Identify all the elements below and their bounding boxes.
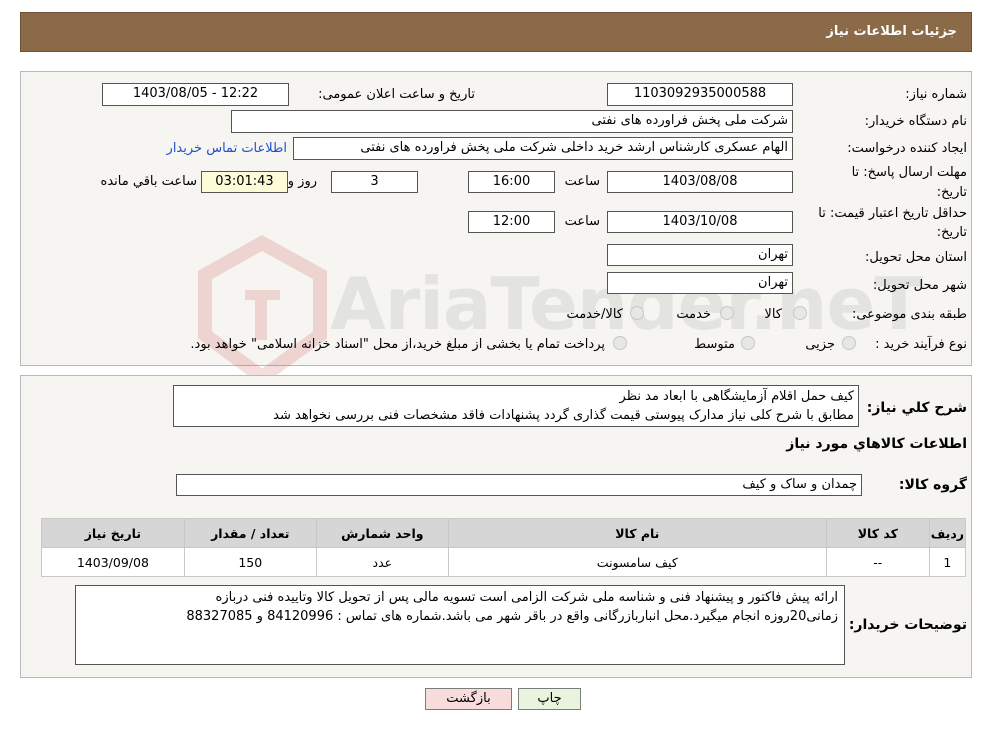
cell-row: 1 — [928, 547, 967, 577]
city-label: شهر محل تحویل: — [872, 278, 967, 293]
process-option-small: جزیی — [805, 337, 835, 352]
process-radio-treasury[interactable] — [613, 336, 627, 350]
deadline-date-field: 1403/08/08 — [607, 171, 793, 193]
deadline-label-2: تاریخ: — [936, 185, 967, 200]
buyer-notes-label: توضیحات خریدار: — [848, 617, 967, 633]
col-code: کد کالا — [825, 518, 930, 548]
announce-field: 1403/08/05 - 12:22 — [102, 83, 289, 106]
creator-field: الهام عسکری کارشناس ارشد خرید داخلی شرکت… — [293, 137, 793, 160]
remaining-time-field: 03:01:43 — [201, 171, 288, 193]
description-line-1: کیف حمل اقلام آزمایشگاهی با ابعاد مد نظر — [619, 389, 854, 404]
col-unit: واحد شمارش — [315, 518, 449, 548]
need-number-field: 1103092935000588 — [607, 83, 793, 106]
print-button[interactable]: چاپ — [518, 688, 581, 710]
page-header: جزئیات اطلاعات نیاز — [20, 12, 972, 52]
deadline-time-field: 16:00 — [468, 171, 555, 193]
cell-date: 1403/09/08 — [41, 547, 185, 577]
province-field: تهران — [607, 244, 793, 266]
days-label: روز و — [287, 174, 317, 189]
process-radio-medium[interactable] — [741, 336, 755, 350]
goods-group-label: گروه کالا: — [898, 477, 967, 493]
goods-table-header: رديف کد کالا نام کالا واحد شمارش تعداد /… — [41, 518, 967, 548]
category-option-both: کالا/خدمت — [566, 307, 623, 322]
col-quantity: تعداد / مقدار — [183, 518, 317, 548]
creator-label: ایجاد کننده درخواست: — [847, 141, 967, 156]
description-textarea[interactable]: کیف حمل اقلام آزمایشگاهی با ابعاد مد نظر… — [173, 385, 859, 427]
goods-table: رديف کد کالا نام کالا واحد شمارش تعداد /… — [41, 518, 967, 577]
cell-quantity: 150 — [183, 547, 317, 577]
days-field: 3 — [331, 171, 418, 193]
price-date-field: 1403/10/08 — [607, 211, 793, 233]
price-time-field: 12:00 — [468, 211, 555, 233]
buyer-org-field: شرکت ملی پخش فراورده های نفتی — [231, 110, 793, 133]
category-radio-goods[interactable] — [793, 306, 807, 320]
back-button[interactable]: بازگشت — [425, 688, 512, 710]
cell-unit: عدد — [315, 547, 449, 577]
city-field: تهران — [607, 272, 793, 294]
col-date: تاریخ نیاز — [41, 518, 185, 548]
remaining-label: ساعت باقي مانده — [100, 174, 197, 189]
cell-code: -- — [825, 547, 930, 577]
process-option-medium: متوسط — [694, 337, 735, 352]
buyer-org-label: نام دستگاه خریدار: — [864, 114, 967, 129]
deadline-label: مهلت ارسال پاسخ: تا — [851, 165, 967, 180]
table-row: 1 -- کیف سامسونت عدد 150 1403/09/08 — [41, 547, 967, 577]
deadline-time-label: ساعت — [564, 174, 600, 189]
page-title: جزئیات اطلاعات نیاز — [826, 24, 957, 39]
description-label: شرح کلي نیاز: — [866, 400, 967, 416]
category-label: طبقه بندی موضوعی: — [851, 307, 967, 322]
buyer-notes-line-1: ارائه پیش فاکتور و پیشنهاد فنی و شناسه م… — [215, 590, 838, 605]
category-radio-both[interactable] — [630, 306, 644, 320]
buyer-notes-line-2: زمانی20روزه انجام میگیرد.محل انبارباز‌رگ… — [186, 609, 838, 624]
goods-section-title: اطلاعات کالاهاي مورد نیاز — [786, 436, 967, 452]
province-label: استان محل تحویل: — [865, 250, 967, 265]
col-row: رديف — [928, 518, 967, 548]
category-radio-service[interactable] — [720, 306, 734, 320]
buyer-contact-link[interactable]: اطلاعات تماس خریدار — [167, 141, 287, 156]
process-radio-small[interactable] — [842, 336, 856, 350]
price-time-label: ساعت — [564, 214, 600, 229]
process-label: نوع فرآیند خرید : — [875, 337, 967, 352]
buyer-notes-textarea[interactable]: ارائه پیش فاکتور و پیشنهاد فنی و شناسه م… — [75, 585, 845, 665]
goods-group-field: چمدان و ساک و کیف — [176, 474, 862, 496]
need-number-label: شماره نیاز: — [905, 87, 967, 102]
category-option-goods: کالا — [764, 307, 782, 322]
process-note: پرداخت تمام یا بخشی از مبلغ خرید،از محل … — [190, 337, 605, 352]
price-validity-label: حداقل تاریخ اعتبار قیمت: تا — [818, 206, 967, 221]
description-line-2: مطابق با شرح کلی نیاز مدارک پیوستی قیمت … — [273, 408, 854, 423]
announce-label: تاریخ و ساعت اعلان عمومی: — [318, 87, 475, 102]
watermark-logo — [195, 234, 330, 386]
category-option-service: خدمت — [676, 307, 711, 322]
price-validity-label-2: تاریخ: — [936, 225, 967, 240]
col-name: نام کالا — [447, 518, 827, 548]
cell-name: کیف سامسونت — [447, 547, 827, 577]
